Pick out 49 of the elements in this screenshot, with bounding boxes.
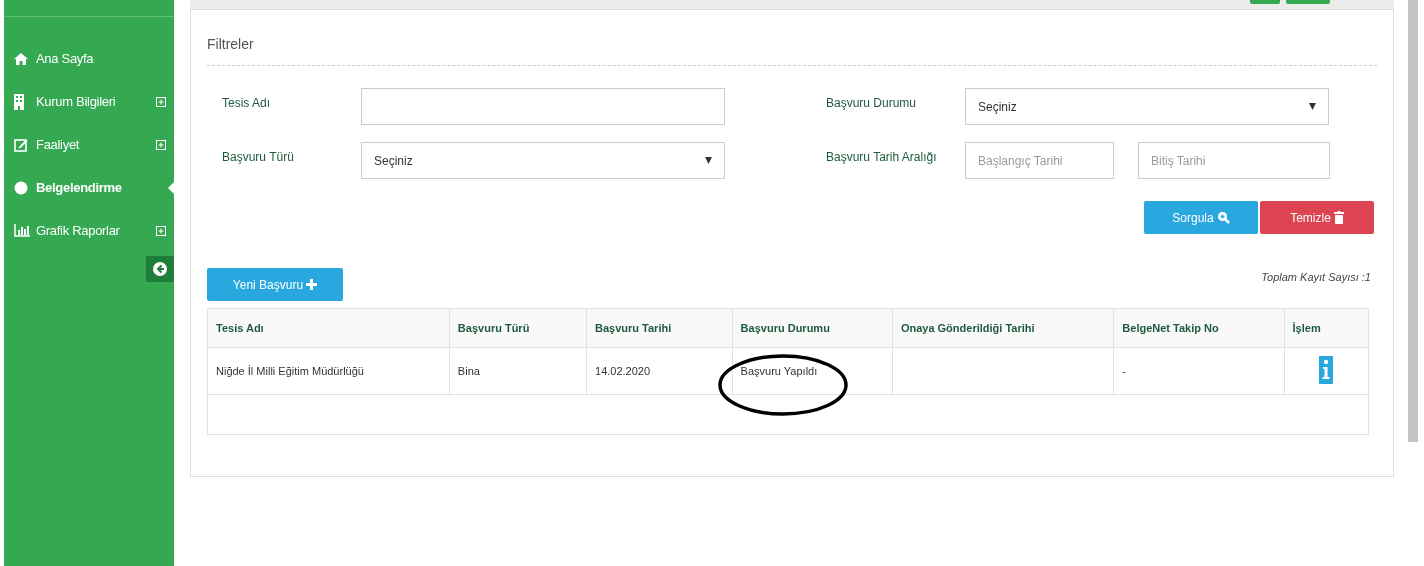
field-label: Başvuru Durumu	[826, 95, 918, 110]
scrollbar[interactable]	[1408, 0, 1418, 442]
column-header: BelgeNet Takip No	[1113, 308, 1285, 348]
table-cell: -	[1113, 347, 1285, 395]
expand-icon[interactable]	[156, 225, 166, 236]
sidebar-item[interactable]: Faaliyet	[4, 123, 174, 166]
edit-icon	[14, 137, 28, 152]
table-cell: 14.02.2020	[586, 347, 733, 395]
dropdown-field[interactable]: Seçiniz	[965, 88, 1329, 125]
arrow-left-circle-icon	[153, 262, 167, 276]
column-header: Başvuru Tarihi	[586, 308, 733, 348]
text-field[interactable]	[361, 88, 725, 125]
query-button[interactable]: Sorgula	[1144, 201, 1258, 234]
column-header: Onaya Gönderildiği Tarihi	[892, 308, 1114, 348]
sidebar-item[interactable]: Grafik Raporlar	[4, 209, 174, 252]
building-icon	[14, 93, 24, 110]
sidebar-item[interactable]: Belgelendirme	[4, 166, 174, 209]
column-header: Başvuru Türü	[449, 308, 587, 348]
column-header: Tesis Adı	[207, 308, 450, 348]
total-record-count: Toplam Kayıt Sayısı :1	[1261, 271, 1371, 283]
field-label: Başvuru Tarih Aralığı	[826, 149, 938, 164]
plus-icon	[306, 279, 318, 290]
new-application-button[interactable]: Yeni Başvuru	[207, 268, 343, 301]
zoom-in-icon	[1216, 211, 1230, 224]
sidebar-item[interactable]: Kurum Bilgileri	[4, 80, 174, 123]
expand-icon[interactable]	[156, 96, 166, 107]
table-cell: Bina	[449, 347, 587, 395]
table-cell: Başvuru Yapıldı	[732, 347, 893, 395]
field-label: Başvuru Türü	[222, 149, 295, 164]
caret-icon	[705, 157, 712, 164]
column-header: Başvuru Durumu	[732, 308, 893, 348]
trash-icon	[1333, 211, 1344, 224]
bar-chart-icon	[14, 224, 30, 237]
selection-pointer	[168, 182, 174, 194]
caret-icon	[1309, 103, 1316, 110]
collapse-sidebar-button[interactable]	[146, 256, 174, 282]
column-header: İşlem	[1284, 308, 1369, 348]
dropdown-field[interactable]: Seçiniz	[361, 142, 725, 179]
end-date-field[interactable]: Bitiş Tarihi	[1138, 142, 1330, 179]
expand-icon[interactable]	[156, 139, 166, 150]
filters-title: Filtreler	[207, 10, 1377, 66]
badge-icon	[14, 180, 28, 195]
field-label: Tesis Adı	[222, 95, 272, 110]
start-date-field[interactable]: Başlangıç Tarihi	[965, 142, 1114, 179]
table-cell: Niğde İl Milli Eğitim Müdürlüğü	[207, 347, 450, 395]
clear-button[interactable]: Temizle	[1260, 201, 1374, 234]
home-icon	[14, 52, 28, 65]
info-icon[interactable]	[1319, 356, 1334, 384]
sidebar-item[interactable]: Ana Sayfa	[4, 37, 174, 80]
